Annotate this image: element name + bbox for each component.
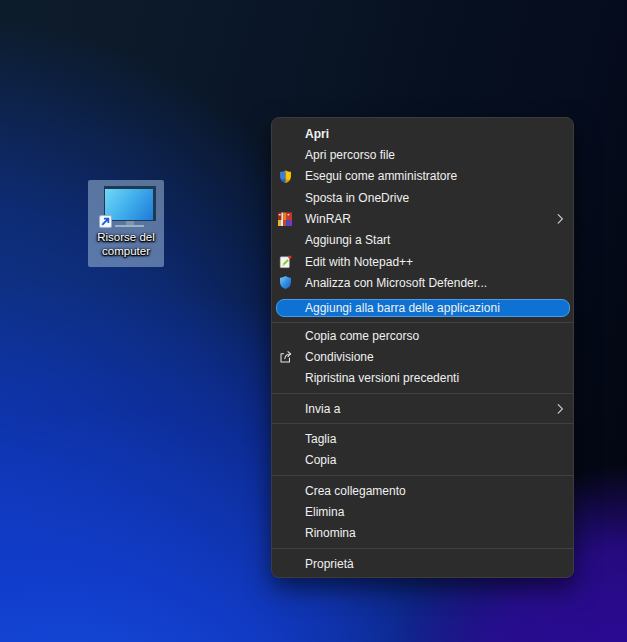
menu-item-label: Elimina	[305, 505, 344, 519]
shortcut-arrow-icon	[99, 215, 112, 228]
menu-item-apri-percorso-file[interactable]: Apri percorso file	[272, 144, 573, 165]
menu-item-condivisione[interactable]: Condivisione	[272, 346, 573, 367]
desktop-icon-label: Risorse del computer	[88, 231, 164, 258]
menu-item-label: WinRAR	[305, 212, 351, 226]
menu-item-label: Aggiungi alla barra delle applicazioni	[305, 301, 500, 315]
menu-item-label: Aggiungi a Start	[305, 233, 390, 247]
monitor-screen	[105, 189, 153, 220]
menu-item-label: Copia come percorso	[305, 329, 419, 343]
share-icon	[277, 349, 293, 365]
menu-item-label: Ripristina versioni precedenti	[305, 371, 459, 385]
menu-separator	[272, 423, 573, 424]
notepad-plus-plus-icon	[277, 254, 293, 270]
monitor-base	[115, 225, 144, 228]
icon-label-line2: computer	[88, 245, 164, 259]
chevron-right-icon	[557, 213, 564, 224]
winrar-icon	[277, 211, 293, 227]
menu-item-aggiungi-alla-barra-delle-applicazioni[interactable]: Aggiungi alla barra delle applicazioni	[272, 298, 573, 319]
menu-item-label: Taglia	[305, 432, 336, 446]
menu-item-label: Apri percorso file	[305, 148, 395, 162]
menu-item-label: Apri	[305, 127, 329, 141]
desktop-background[interactable]: Risorse del computer Apri Apri percorso f…	[0, 0, 627, 642]
defender-shield-icon	[277, 275, 293, 291]
menu-item-apri[interactable]: Apri	[272, 123, 573, 144]
menu-item-copia[interactable]: Copia	[272, 450, 573, 471]
menu-item-label: Analizza con Microsoft Defender...	[305, 276, 487, 290]
menu-item-label: Sposta in OneDrive	[305, 191, 409, 205]
menu-item-rinomina[interactable]: Rinomina	[272, 523, 573, 544]
menu-item-taglia[interactable]: Taglia	[272, 428, 573, 449]
menu-item-invia-a[interactable]: Invia a	[272, 398, 573, 419]
menu-item-analizza-con-microsoft-defender[interactable]: Analizza con Microsoft Defender...	[272, 272, 573, 293]
menu-separator	[272, 393, 573, 394]
menu-item-sposta-in-onedrive[interactable]: Sposta in OneDrive	[272, 187, 573, 208]
uac-shield-icon	[277, 168, 293, 184]
menu-item-label: Condivisione	[305, 350, 374, 364]
menu-item-label: Rinomina	[305, 526, 356, 540]
menu-item-label: Crea collegamento	[305, 484, 406, 498]
menu-item-crea-collegamento[interactable]: Crea collegamento	[272, 480, 573, 501]
menu-item-label: Esegui come amministratore	[305, 169, 457, 183]
context-menu: Apri Apri percorso file Esegui come ammini…	[271, 117, 574, 578]
menu-item-propriet[interactable]: Proprietà	[272, 553, 573, 574]
menu-item-label: Invia a	[305, 402, 340, 416]
icon-label-line1: Risorse del	[88, 231, 164, 245]
computer-icon	[104, 186, 156, 228]
menu-separator	[272, 548, 573, 549]
desktop-icon-risorse-del-computer[interactable]: Risorse del computer	[88, 180, 164, 267]
menu-item-esegui-come-amministratore[interactable]: Esegui come amministratore	[272, 166, 573, 187]
menu-separator	[272, 475, 573, 476]
menu-item-winrar[interactable]: WinRAR	[272, 208, 573, 229]
menu-item-ripristina-versioni-precedenti[interactable]: Ripristina versioni precedenti	[272, 368, 573, 389]
menu-item-label: Proprietà	[305, 557, 354, 571]
menu-item-edit-with-notepad[interactable]: Edit with Notepad++	[272, 251, 573, 272]
menu-item-label: Edit with Notepad++	[305, 255, 413, 269]
menu-item-elimina[interactable]: Elimina	[272, 501, 573, 522]
menu-separator	[272, 322, 573, 323]
menu-item-aggiungi-a-start[interactable]: Aggiungi a Start	[272, 230, 573, 251]
menu-item-label: Copia	[305, 453, 336, 467]
menu-item-copia-come-percorso[interactable]: Copia come percorso	[272, 325, 573, 346]
chevron-right-icon	[557, 403, 564, 414]
